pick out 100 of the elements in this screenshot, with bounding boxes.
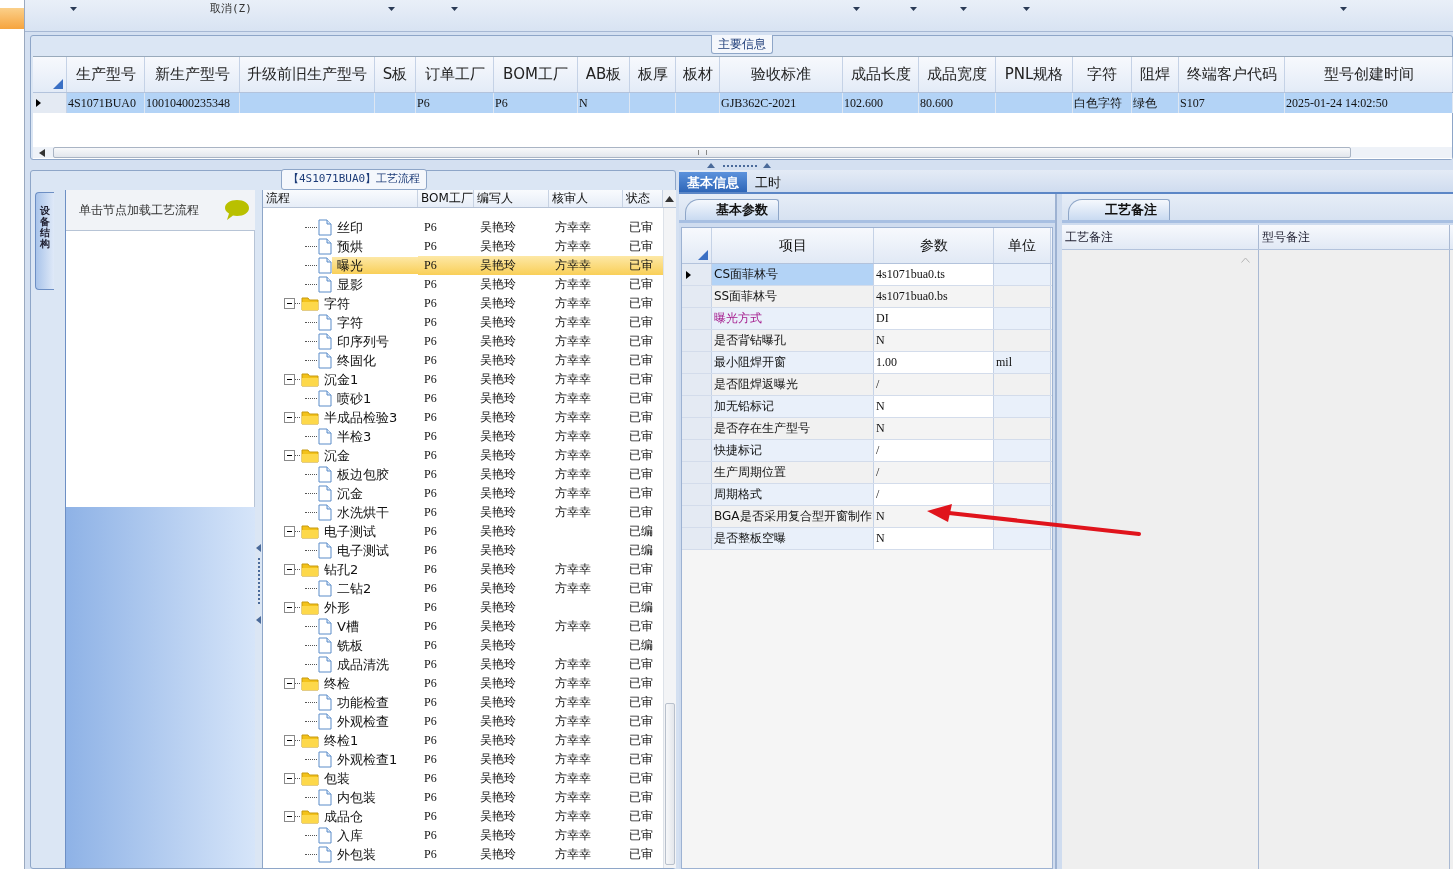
dropdown-caret-icon[interactable] — [388, 7, 395, 11]
column-header[interactable]: 订单工厂 — [416, 57, 494, 92]
splitter-grip-icon[interactable] — [256, 544, 261, 624]
collapse-icon[interactable] — [284, 298, 295, 309]
column-header[interactable]: 终端客户代码 — [1179, 57, 1285, 92]
cancel-menu[interactable]: 取消(Z) — [210, 0, 252, 16]
process-step[interactable]: 钻孔2 — [319, 561, 418, 578]
process-step[interactable]: 外包装 — [332, 846, 418, 863]
process-step[interactable]: 功能检查 — [332, 694, 418, 711]
process-step[interactable]: 半成品检验3 — [319, 409, 418, 426]
collapse-icon[interactable] — [284, 811, 295, 822]
collapse-icon[interactable] — [284, 678, 295, 689]
collapse-icon[interactable] — [284, 773, 295, 784]
tab[interactable]: 工时 — [747, 172, 789, 192]
table-cell-text: 吴艳玲 — [479, 618, 517, 635]
column-header[interactable]: 核审人 — [549, 190, 623, 207]
process-step[interactable]: 沉金 — [332, 485, 418, 502]
table-cell-text: 方幸幸 — [554, 447, 592, 464]
process-step[interactable]: 字符 — [332, 314, 418, 331]
column-header[interactable]: 升级前旧生产型号 — [240, 57, 375, 92]
column-header[interactable]: BOM工厂 — [418, 190, 474, 207]
dropdown-caret-icon[interactable] — [70, 7, 77, 11]
table-cell-text: P6 — [423, 352, 438, 369]
column-header[interactable]: 工艺备注 — [1062, 225, 1259, 249]
process-step[interactable]: 板边包胶 — [332, 466, 418, 483]
parameter-name: 加无铅标记 — [712, 396, 874, 417]
process-step[interactable]: 丝印 — [332, 219, 418, 236]
collapse-icon[interactable] — [284, 602, 295, 613]
process-step[interactable]: V槽 — [332, 618, 418, 635]
process-step[interactable]: 终固化 — [332, 352, 418, 369]
table-cell-text: 吴艳玲 — [479, 732, 517, 749]
dropdown-caret-icon[interactable] — [960, 7, 967, 11]
process-step[interactable]: 预烘 — [332, 238, 418, 255]
column-header[interactable]: 生产型号 — [67, 57, 145, 92]
collapse-icon[interactable] — [284, 374, 295, 385]
dropdown-caret-icon[interactable] — [853, 7, 860, 11]
table-cell-text: 已审 — [628, 618, 654, 635]
splitter-grip-icon[interactable] — [707, 162, 771, 168]
process-step[interactable]: 沉金1 — [319, 371, 418, 388]
vertical-scrollbar[interactable] — [663, 208, 676, 868]
process-step[interactable]: 终检 — [319, 675, 418, 692]
column-header[interactable]: 成品长度 — [843, 57, 919, 92]
tab[interactable]: 基本参数 — [685, 199, 779, 220]
process-step[interactable]: 入库 — [332, 827, 418, 844]
column-header[interactable]: 阻焊 — [1132, 57, 1179, 92]
process-step[interactable]: 电子测试 — [332, 542, 418, 559]
scroll-up-icon[interactable] — [665, 195, 674, 202]
dropdown-caret-icon[interactable] — [910, 7, 917, 11]
process-step[interactable]: 外形 — [319, 599, 418, 616]
process-step[interactable]: 包装 — [319, 770, 418, 787]
collapse-icon[interactable] — [284, 526, 295, 537]
column-header[interactable]: 型号创建时间 — [1285, 57, 1453, 92]
process-step[interactable]: 终检1 — [319, 732, 418, 749]
dropdown-caret-icon[interactable] — [451, 7, 458, 11]
column-header[interactable]: 型号备注 — [1259, 225, 1450, 249]
dropdown-caret-icon[interactable] — [1023, 7, 1030, 11]
column-header[interactable]: 验收标准 — [720, 57, 843, 92]
column-header[interactable]: 参数 — [874, 228, 994, 263]
collapse-icon[interactable] — [284, 735, 295, 746]
document-icon — [318, 656, 332, 673]
process-step[interactable]: 水洗烘干 — [332, 504, 418, 521]
side-tab[interactable]: 设备结构 — [35, 192, 54, 290]
process-step[interactable]: 字符 — [319, 295, 418, 312]
process-step[interactable]: 喷砂1 — [332, 390, 418, 407]
column-header[interactable]: 新生产型号 — [145, 57, 240, 92]
process-step[interactable]: 显影 — [332, 276, 418, 293]
column-header[interactable]: 板材 — [676, 57, 720, 92]
process-step[interactable]: 半检3 — [332, 428, 418, 445]
scroll-left-icon[interactable] — [39, 148, 45, 157]
process-step[interactable]: 外观检查 — [332, 713, 418, 730]
tab[interactable]: 基本信息 — [679, 172, 747, 192]
column-header[interactable]: PNL规格 — [996, 57, 1073, 92]
column-header[interactable]: 字符 — [1073, 57, 1132, 92]
column-header[interactable]: 项目 — [712, 228, 874, 263]
collapse-icon[interactable] — [284, 412, 295, 423]
column-header[interactable]: S板 — [375, 57, 416, 92]
process-step[interactable]: 沉金 — [319, 447, 418, 464]
column-header[interactable]: AB板 — [578, 57, 630, 92]
process-step[interactable]: 二钻2 — [332, 580, 418, 597]
process-step[interactable]: 内包装 — [332, 789, 418, 806]
process-step[interactable]: 成品仓 — [319, 808, 418, 825]
process-step[interactable]: 外观检查1 — [332, 751, 418, 768]
tab[interactable]: 工艺备注 — [1068, 199, 1170, 220]
dropdown-caret-icon[interactable] — [1340, 7, 1347, 11]
table-cell: P6 — [416, 93, 494, 113]
scroll-thumb[interactable] — [665, 703, 675, 865]
collapse-icon[interactable] — [284, 564, 295, 575]
column-header[interactable]: 单位 — [994, 228, 1051, 263]
column-header[interactable]: 板厚 — [630, 57, 676, 92]
table-cell-text: 已审 — [628, 808, 654, 825]
process-step[interactable]: 印序列号 — [332, 333, 418, 350]
column-header[interactable]: BOM工厂 — [494, 57, 578, 92]
process-step[interactable]: 成品清洗 — [332, 656, 418, 673]
process-step[interactable]: 铣板 — [332, 637, 418, 654]
process-step[interactable]: 曝光 — [332, 257, 418, 274]
column-header[interactable]: 编写人 — [474, 190, 549, 207]
column-header[interactable]: 成品宽度 — [919, 57, 996, 92]
collapse-icon[interactable] — [284, 450, 295, 461]
process-step[interactable]: 电子测试 — [319, 523, 418, 540]
column-header[interactable]: 流程 — [263, 190, 418, 207]
